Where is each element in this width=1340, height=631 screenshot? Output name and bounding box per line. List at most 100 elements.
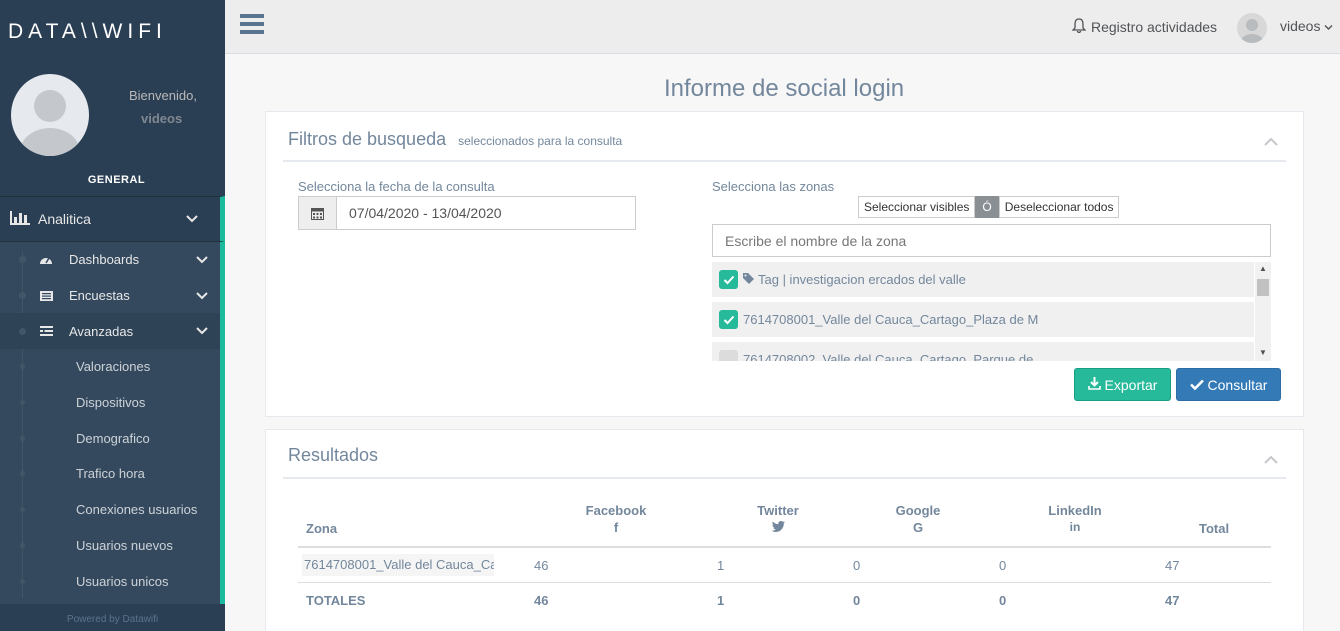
chevron-down-icon (196, 253, 208, 268)
sidebar-item-usuarios-nuevos[interactable]: Usuarios nuevos (0, 528, 220, 564)
header-zone: Zona (306, 521, 338, 536)
chevron-down-icon (186, 211, 198, 227)
sidebar-item-label: Trafico hora (76, 466, 145, 482)
sidebar-item-trafico-hora[interactable]: Trafico hora (0, 456, 220, 492)
sidebar-item-conexiones-usuarios[interactable]: Conexiones usuarios (0, 492, 220, 528)
consult-button[interactable]: Consultar (1176, 368, 1281, 401)
deselect-all-button[interactable]: Deseleccionar todos (998, 196, 1120, 218)
chevron-down-icon (1324, 18, 1333, 34)
sidebar-item-usuarios-unicos[interactable]: Usuarios unicos (0, 563, 220, 599)
date-range-input[interactable]: 07/04/2020 - 13/04/2020 (298, 196, 636, 230)
download-icon (1087, 376, 1101, 393)
select-visible-button[interactable]: Seleccionar visibles (858, 196, 976, 218)
list-alt-icon (39, 289, 53, 303)
date-range-value: 07/04/2020 - 13/04/2020 (349, 205, 502, 221)
chevron-up-icon[interactable] (1264, 134, 1278, 149)
user-menu[interactable]: videos (1280, 18, 1333, 34)
user-menu-label: videos (1280, 18, 1321, 34)
result-google: 0 (853, 558, 861, 573)
results-panel: Resultados Zona Facebook f Twitter Googl… (265, 429, 1304, 631)
results-title: Resultados (288, 445, 379, 465)
zone-label: Tag | investigacion ercados del valle (758, 272, 966, 287)
zone-label: 7614708002_Valle del Cauca_Cartago_Parqu… (743, 352, 1034, 361)
google-icon: G (912, 520, 924, 535)
header-twitter-label: Twitter (757, 503, 799, 518)
activity-log-link[interactable]: Registro actividades (1071, 18, 1218, 36)
sidebar-item-label: Conexiones usuarios (76, 502, 198, 518)
sidebar-item-label: Valoraciones (76, 359, 151, 375)
checkbox-checked[interactable] (719, 270, 738, 289)
sidebar-item-label: Usuarios unicos (76, 573, 169, 589)
activity-log-label: Registro actividades (1091, 19, 1218, 35)
checkbox-unchecked[interactable] (719, 350, 738, 361)
filters-title: Filtros de busqueda seleccionados para la… (288, 129, 622, 150)
sidebar-item-analitica[interactable]: Analitica (0, 196, 225, 242)
sidebar: DATA\\WIFI Bienvenido, videos GENERAL An… (0, 0, 225, 631)
scroll-up-icon[interactable]: ▲ (1259, 264, 1267, 273)
header-linkedin-label: LinkedIn (1048, 503, 1102, 518)
sidebar-item-label: Dispositivos (76, 395, 146, 411)
result-facebook: 46 (534, 558, 549, 573)
totals-linkedin: 0 (999, 593, 1007, 608)
header-facebook: Facebook f (576, 503, 656, 535)
zone-list-item[interactable]: 7614708002_Valle del Cauca_Cartago_Parqu… (712, 342, 1254, 361)
tasks-icon (39, 324, 53, 338)
header-facebook-label: Facebook (585, 503, 647, 518)
sidebar-item-label: Avanzadas (69, 323, 134, 339)
sidebar-item-label: Encuestas (69, 288, 130, 304)
or-separator: Ó (975, 196, 999, 218)
totals-google: 0 (853, 593, 861, 608)
sidebar-item-avanzadas[interactable]: Avanzadas (0, 313, 220, 350)
zone-list: Tag | investigacion ercados del valle 76… (712, 262, 1271, 361)
result-zone-cell: 7614708001_Valle del Cauca_Ca (302, 554, 494, 576)
check-icon (1189, 377, 1204, 393)
totals-label: TOTALES (306, 593, 366, 608)
brand-logo[interactable]: DATA\\WIFI (0, 0, 225, 64)
sidebar-item-demografico[interactable]: Demografico (0, 420, 220, 456)
result-twitter: 1 (717, 558, 725, 573)
twitter-icon (738, 520, 818, 535)
profile-block: Bienvenido, videos (0, 64, 225, 166)
powered-by: Powered by Datawifi (0, 605, 225, 631)
header-twitter: Twitter (738, 503, 818, 535)
export-button[interactable]: Exportar (1074, 368, 1171, 401)
bar-chart-icon (10, 210, 30, 228)
sidebar-item-dashboards[interactable]: Dashboards (0, 242, 220, 278)
zone-list-item[interactable]: 7614708001_Valle del Cauca_Cartago_Plaza… (712, 302, 1254, 337)
sidebar-item-dispositivos[interactable]: Dispositivos (0, 385, 220, 421)
sidebar-item-encuestas[interactable]: Encuestas (0, 278, 220, 314)
profile-username: videos (141, 111, 183, 126)
zone-list-item[interactable]: Tag | investigacion ercados del valle (712, 262, 1254, 297)
chevron-down-icon (196, 289, 208, 304)
calendar-icon[interactable] (299, 197, 337, 229)
totals-facebook: 46 (534, 593, 549, 608)
facebook-icon: f (613, 520, 619, 535)
consult-label: Consultar (1207, 376, 1268, 393)
zone-list-scrollbar[interactable]: ▲ ▼ (1255, 262, 1271, 361)
chevron-up-icon[interactable] (1264, 452, 1278, 467)
sidebar-item-valoraciones[interactable]: Valoraciones (0, 349, 220, 385)
chevron-down-icon (196, 324, 208, 339)
welcome-text: Bienvenido, (129, 88, 197, 103)
result-linkedin: 0 (999, 558, 1007, 573)
header-google-label: Google (895, 503, 941, 518)
header-linkedin: LinkedIn in (1035, 503, 1115, 534)
checkbox-checked[interactable] (719, 310, 738, 329)
date-label: Selecciona la fecha de la consulta (298, 179, 495, 194)
bell-icon (1071, 18, 1087, 36)
sidebar-item-label: Dashboards (69, 252, 140, 268)
analitica-submenu: Dashboards Encuestas Avanzadas Valoracio… (0, 242, 225, 604)
tachometer-icon (39, 253, 53, 267)
sidebar-item-label: Usuarios nuevos (76, 537, 173, 553)
export-label: Exportar (1104, 376, 1158, 393)
zone-selection-buttons: Seleccionar visibles Ó Deseleccionar tod… (858, 196, 1120, 218)
scroll-down-icon[interactable]: ▼ (1259, 348, 1267, 357)
filters-subtitle: seleccionados para la consulta (458, 134, 623, 148)
sidebar-item-label: Demografico (76, 430, 150, 446)
header-google: Google G (878, 503, 958, 535)
user-avatar[interactable] (1237, 13, 1267, 43)
avatar (11, 74, 89, 156)
page-title: Informe de social login (664, 75, 905, 102)
zone-search-input[interactable]: Escribe el nombre de la zona (712, 224, 1271, 257)
menu-toggle-icon[interactable] (240, 14, 264, 38)
